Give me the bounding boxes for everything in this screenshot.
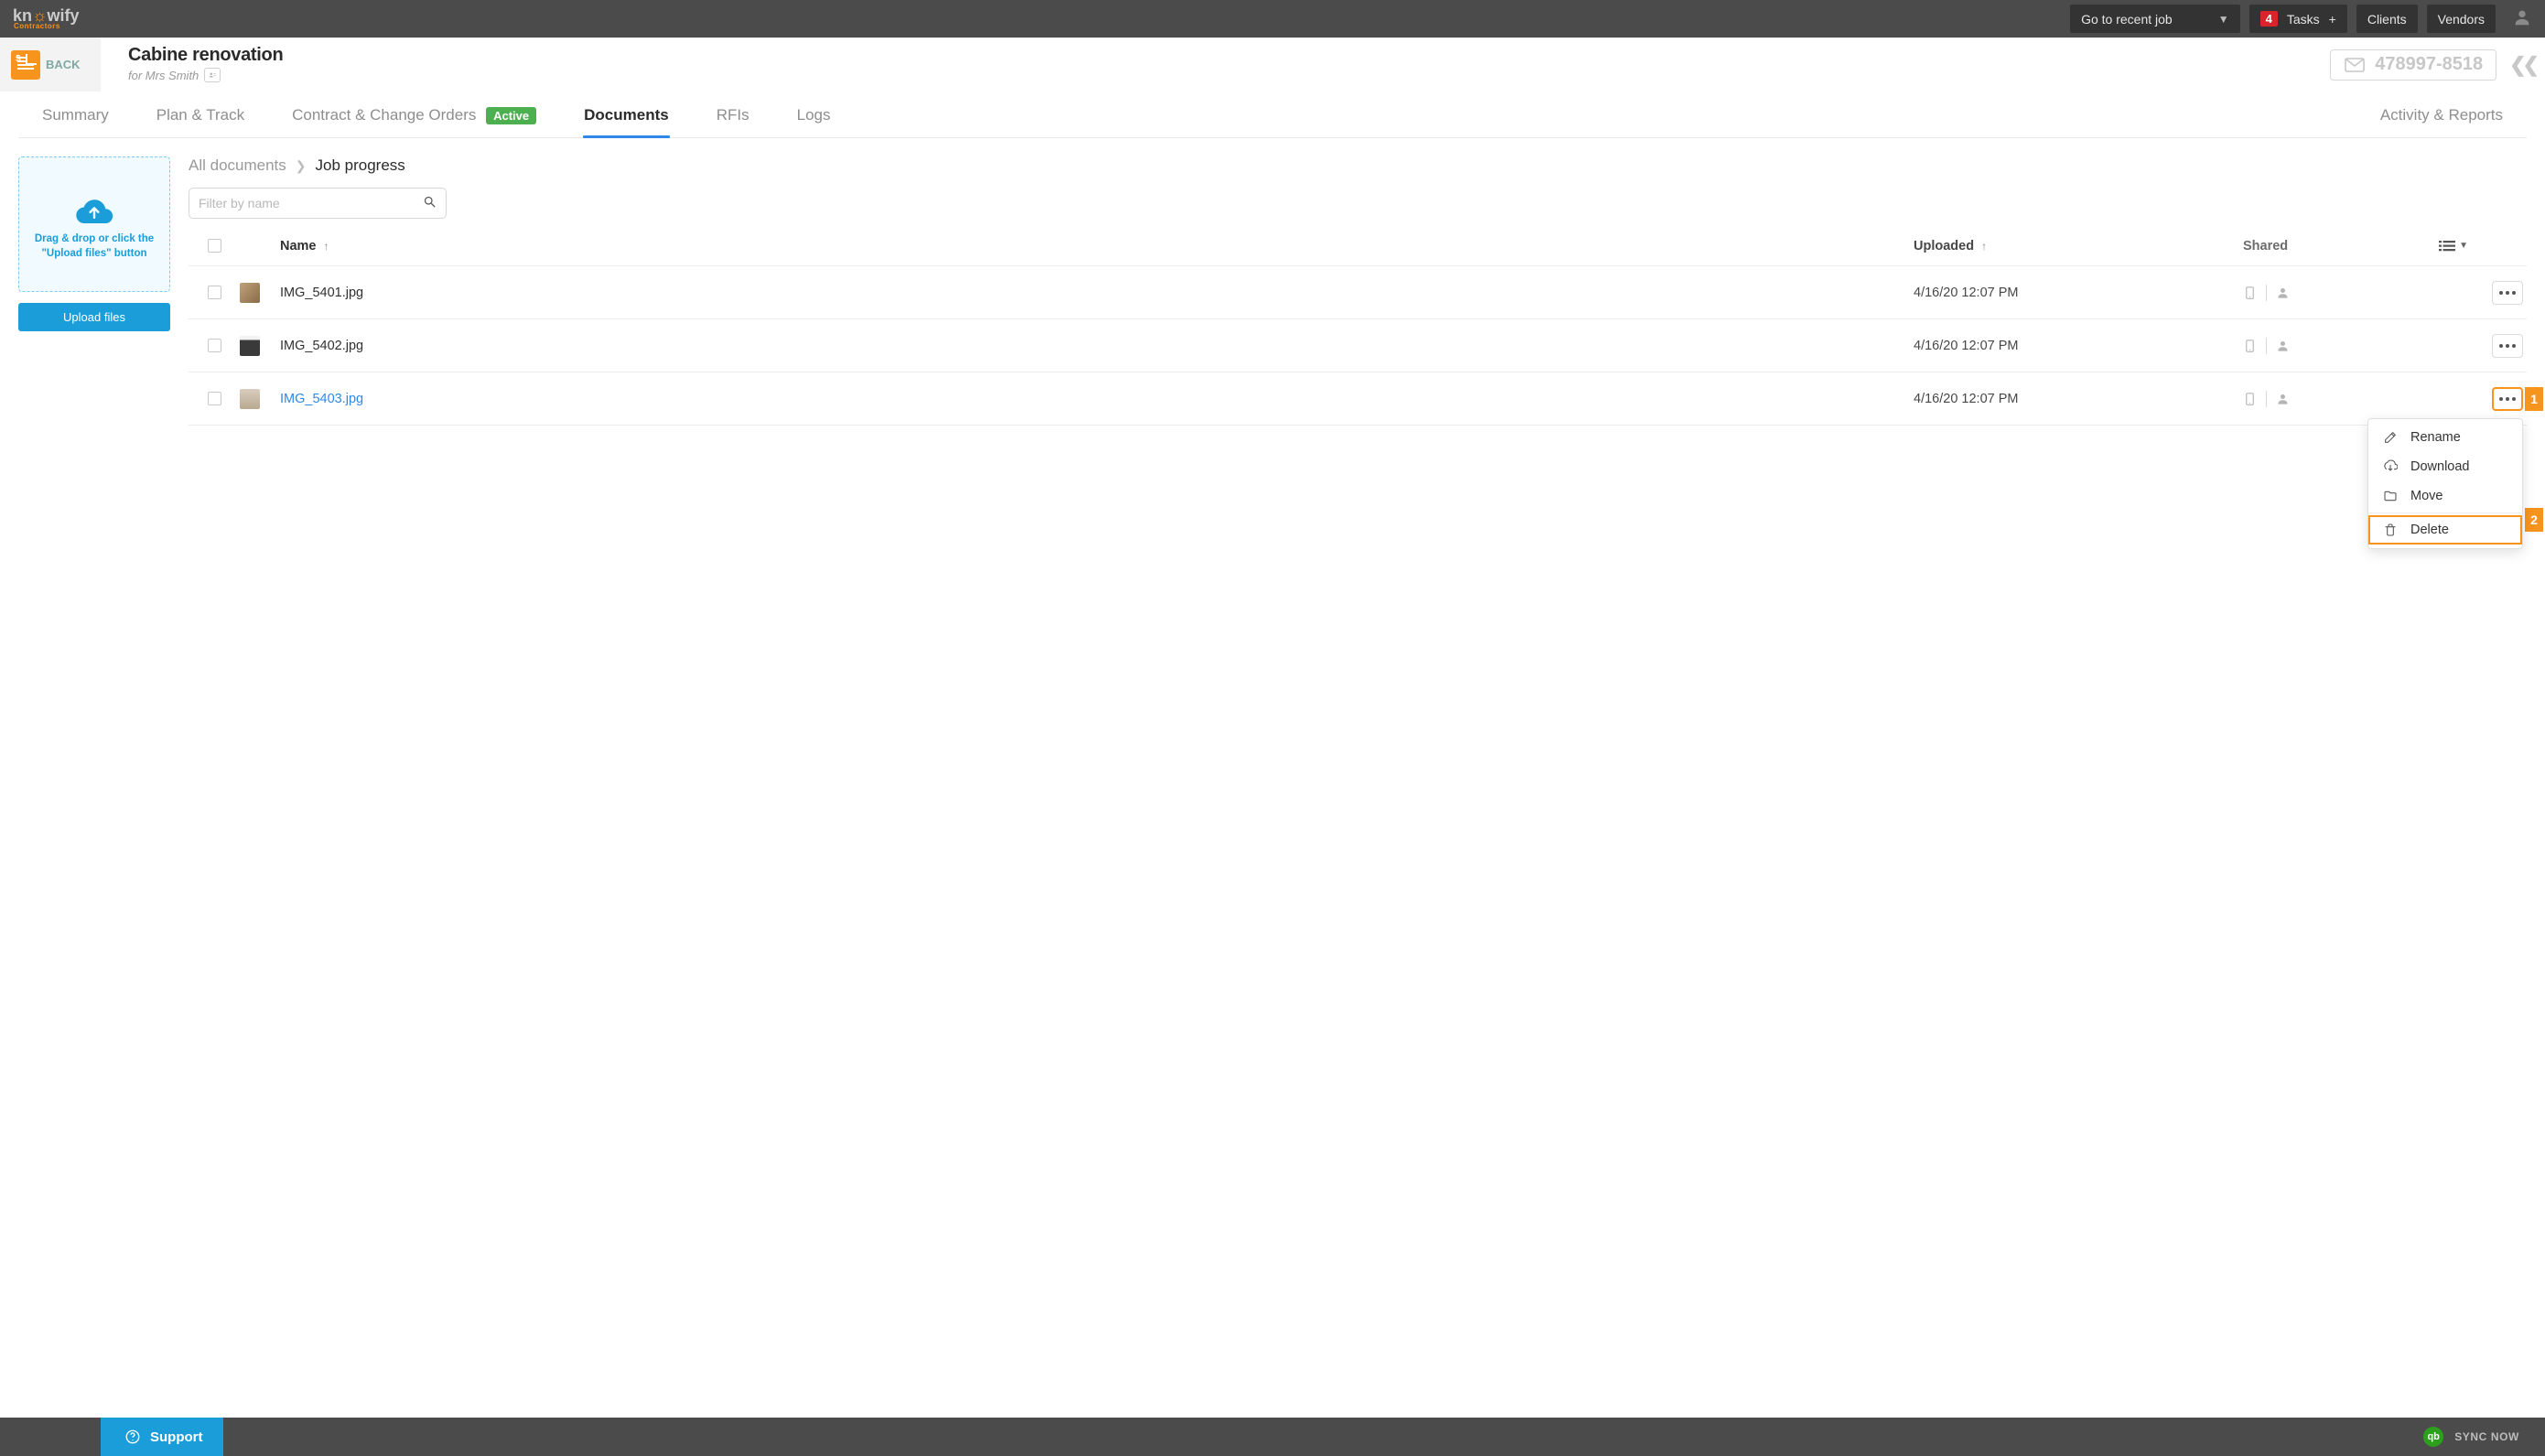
col-uploaded-header[interactable]: Uploaded ↑: [1914, 239, 2243, 253]
callout-2: 2: [2525, 508, 2543, 532]
file-thumbnail: [240, 336, 260, 356]
tab-plan-track[interactable]: Plan & Track: [133, 95, 268, 137]
sync-now-button[interactable]: qb SYNC NOW: [2423, 1427, 2545, 1447]
envelope-icon: [2344, 54, 2366, 76]
active-badge: Active: [486, 107, 536, 124]
recent-job-label: Go to recent job: [2081, 12, 2173, 27]
recent-job-dropdown[interactable]: Go to recent job ▼: [2070, 5, 2240, 33]
callout-1: 1: [2525, 387, 2543, 411]
ctx-move[interactable]: Move: [2368, 481, 2522, 511]
file-uploaded: 4/16/20 12:07 PM: [1914, 286, 2243, 300]
sort-asc-icon: ↑: [1981, 240, 1987, 253]
vendors-button[interactable]: Vendors: [2427, 5, 2496, 33]
row-actions-button[interactable]: [2492, 387, 2523, 411]
ctx-download[interactable]: Download: [2368, 452, 2522, 481]
shared-indicators: [2243, 285, 2290, 301]
tasks-button[interactable]: 4 Tasks +: [2249, 5, 2347, 33]
chevron-down-icon: ▼: [2218, 13, 2229, 26]
filter-input[interactable]: [189, 196, 414, 210]
user-icon: [2512, 7, 2532, 27]
file-uploaded: 4/16/20 12:07 PM: [1914, 339, 2243, 353]
file-name[interactable]: IMG_5401.jpg: [280, 286, 1914, 300]
person-icon: [2276, 391, 2290, 407]
search-icon[interactable]: [414, 195, 446, 211]
sort-asc-icon: ↑: [324, 240, 329, 253]
upload-dropzone[interactable]: Drag & drop or click the "Upload files" …: [18, 156, 170, 292]
breadcrumb: All documents ❯ Job progress: [189, 156, 2527, 175]
person-icon: [2276, 338, 2290, 354]
back-label: BACK: [46, 58, 81, 71]
row-checkbox[interactable]: [208, 339, 221, 352]
file-thumbnail: [240, 283, 260, 303]
task-count-badge: 4: [2260, 11, 2278, 27]
shared-indicators: [2243, 391, 2290, 407]
row-checkbox[interactable]: [208, 286, 221, 299]
prev-job-icon[interactable]: ❮❮: [2509, 53, 2536, 77]
caret-down-icon: ▼: [2459, 241, 2468, 251]
back-button[interactable]: $ BACK: [0, 38, 101, 92]
logo[interactable]: kn☼wify Contractors: [13, 8, 80, 29]
shared-indicators: [2243, 338, 2290, 354]
ctx-delete[interactable]: Delete: [2368, 515, 2522, 545]
tab-activity-reports[interactable]: Activity & Reports: [2356, 95, 2527, 137]
job-title: Cabine renovation: [128, 45, 2330, 66]
table-header: Name ↑ Uploaded ↑ Shared ▼: [189, 226, 2527, 266]
mobile-icon: [2243, 285, 2257, 301]
breadcrumb-current: Job progress: [316, 156, 405, 175]
tab-summary[interactable]: Summary: [18, 95, 133, 137]
job-client-label: for Mrs Smith: [128, 69, 199, 82]
table-row[interactable]: IMG_5401.jpg 4/16/20 12:07 PM: [189, 266, 2527, 319]
view-mode-toggle[interactable]: ▼: [2439, 240, 2472, 253]
file-uploaded: 4/16/20 12:07 PM: [1914, 392, 2243, 406]
tab-rfis[interactable]: RFIs: [693, 95, 773, 137]
clients-button[interactable]: Clients: [2356, 5, 2418, 33]
quickbooks-icon: qb: [2423, 1427, 2443, 1447]
table-row[interactable]: IMG_5403.jpg 4/16/20 12:07 PM 1: [189, 372, 2527, 426]
folder-icon: [2383, 489, 2398, 503]
file-name[interactable]: IMG_5403.jpg: [280, 392, 1914, 406]
tab-bar: Summary Plan & Track Contract & Change O…: [18, 95, 2527, 138]
row-actions-button[interactable]: [2492, 334, 2523, 358]
filter-field[interactable]: [189, 188, 447, 219]
topbar: kn☼wify Contractors Go to recent job ▼ 4…: [0, 0, 2545, 38]
job-header: $ BACK Cabine renovation for Mrs Smith 4…: [0, 38, 2545, 92]
row-checkbox[interactable]: [208, 392, 221, 405]
document-icon: $: [11, 50, 40, 80]
file-thumbnail: [240, 389, 260, 409]
dropzone-label: Drag & drop or click the "Upload files" …: [28, 232, 160, 261]
client-card-icon[interactable]: [204, 68, 221, 82]
breadcrumb-root[interactable]: All documents: [189, 156, 286, 175]
row-context-menu: Rename Download Move: [2367, 418, 2523, 549]
select-all-checkbox[interactable]: [208, 239, 221, 253]
tab-documents[interactable]: Documents: [560, 95, 693, 137]
trash-icon: [2383, 523, 2398, 537]
upload-files-button[interactable]: Upload files: [18, 303, 170, 331]
job-id-box[interactable]: 478997-8518: [2330, 49, 2496, 81]
file-name[interactable]: IMG_5402.jpg: [280, 339, 1914, 353]
chevron-right-icon: ❯: [296, 158, 307, 174]
tab-contract[interactable]: Contract & Change Orders Active: [268, 95, 560, 137]
col-name-header[interactable]: Name ↑: [280, 239, 1914, 253]
tab-logs[interactable]: Logs: [773, 95, 855, 137]
upload-sidebar: Drag & drop or click the "Upload files" …: [18, 156, 170, 426]
mobile-icon: [2243, 338, 2257, 354]
tasks-label: Tasks: [2287, 12, 2320, 27]
files-table: Name ↑ Uploaded ↑ Shared ▼: [189, 226, 2527, 426]
job-id: 478997-8518: [2375, 54, 2483, 75]
ctx-rename[interactable]: Rename: [2368, 423, 2522, 452]
support-button[interactable]: Support: [101, 1418, 223, 1456]
col-shared-header: Shared ▼: [2243, 239, 2472, 253]
edit-icon: [2383, 430, 2398, 445]
user-menu[interactable]: [2512, 7, 2532, 30]
table-row[interactable]: IMG_5402.jpg 4/16/20 12:07 PM: [189, 319, 2527, 372]
list-view-icon: [2439, 240, 2455, 253]
person-icon: [2276, 285, 2290, 301]
row-actions-button[interactable]: [2492, 281, 2523, 305]
download-icon: [2383, 459, 2398, 474]
help-icon: [124, 1429, 141, 1445]
footer: Support qb SYNC NOW: [0, 1418, 2545, 1456]
cloud-upload-icon: [75, 196, 113, 225]
mobile-icon: [2243, 391, 2257, 407]
plus-icon: +: [2329, 12, 2336, 27]
